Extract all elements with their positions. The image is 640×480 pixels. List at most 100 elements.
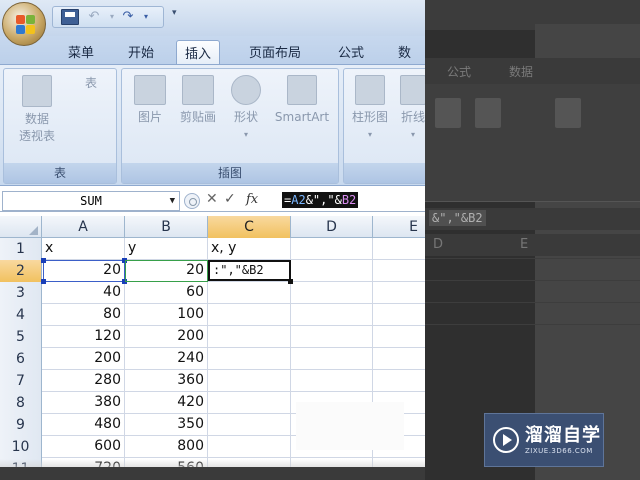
cell-c4[interactable]	[208, 304, 291, 325]
title-bar: ↶ ▾ ↷ ▾ ▾	[0, 0, 425, 36]
expand-formula-icon[interactable]	[184, 193, 200, 209]
cell-d5[interactable]	[291, 326, 373, 347]
cell-d7[interactable]	[291, 370, 373, 391]
cell-b2[interactable]: 20	[125, 260, 208, 281]
cell-a7[interactable]: 280	[42, 370, 125, 391]
cell-a9[interactable]: 480	[42, 414, 125, 435]
cell-b5[interactable]: 200	[125, 326, 208, 347]
cell-b4[interactable]: 100	[125, 304, 208, 325]
row-header[interactable]: 3	[0, 282, 42, 304]
row-header[interactable]: 6	[0, 348, 42, 370]
chevron-down-icon[interactable]: ▼	[170, 192, 175, 210]
column-header-d[interactable]: D	[291, 216, 373, 238]
tab-page-layout[interactable]: 页面布局	[241, 40, 309, 64]
tab-menu[interactable]: 菜单	[60, 40, 102, 64]
ref-handle[interactable]	[122, 258, 127, 263]
cell-b9[interactable]: 350	[125, 414, 208, 435]
column-chart-dropdown-icon: ▾	[367, 130, 372, 139]
customize-qat-icon[interactable]: ▾	[172, 8, 177, 18]
row-header[interactable]: 5	[0, 326, 42, 348]
cell-e5[interactable]	[373, 326, 425, 347]
active-cell-c2[interactable]: :","&B2	[208, 260, 291, 281]
undo-icon[interactable]: ↶	[85, 9, 103, 25]
tab-data[interactable]: 数据	[390, 40, 425, 80]
enter-icon[interactable]: ✓	[224, 191, 236, 207]
cell-a4[interactable]: 80	[42, 304, 125, 325]
excel-window: ↶ ▾ ↷ ▾ ▾ 菜单 开始 插入 页面布局 公式 数据 数据 透视表	[0, 0, 425, 467]
cell-d3[interactable]	[291, 282, 373, 303]
clipart-button[interactable]: 剪贴画	[174, 75, 222, 126]
cell-d1[interactable]	[291, 238, 373, 259]
cell-b6[interactable]: 240	[125, 348, 208, 369]
name-box[interactable]: SUM ▼	[2, 191, 180, 211]
cell-c9[interactable]	[208, 414, 291, 435]
cell-c6[interactable]	[208, 348, 291, 369]
cell-d4[interactable]	[291, 304, 373, 325]
office-button[interactable]	[2, 2, 46, 46]
cell-e3[interactable]	[373, 282, 425, 303]
fill-handle[interactable]	[288, 279, 293, 284]
cell-e2[interactable]	[373, 260, 425, 281]
cell-c8[interactable]	[208, 392, 291, 413]
row-header[interactable]: 1	[0, 238, 42, 260]
cell-b8[interactable]: 420	[125, 392, 208, 413]
insert-function-icon[interactable]: fx	[246, 192, 258, 207]
cell-b3[interactable]: 60	[125, 282, 208, 303]
cell-b1[interactable]: y	[125, 238, 208, 259]
cell-c7[interactable]	[208, 370, 291, 391]
cancel-icon[interactable]: ✕	[206, 191, 218, 207]
row-header[interactable]: 10	[0, 436, 42, 458]
smartart-button[interactable]: SmartArt	[270, 75, 334, 126]
row-header[interactable]: 2	[0, 260, 42, 282]
cell-d2[interactable]	[291, 260, 373, 281]
cell-d6[interactable]	[291, 348, 373, 369]
ref-handle[interactable]	[41, 279, 46, 284]
cell-e1[interactable]	[373, 238, 425, 259]
column-header-a[interactable]: A	[42, 216, 125, 238]
ref-handle[interactable]	[41, 258, 46, 263]
column-header-c[interactable]: C	[208, 216, 291, 238]
cell-a10[interactable]: 600	[42, 436, 125, 457]
worksheet-grid[interactable]: A B C D E 1 x y x, y 2 20 20:","&B2 3 40 60 4 80 100…	[0, 216, 425, 467]
table-row: 3 40 60	[0, 282, 425, 304]
cell-c3[interactable]	[208, 282, 291, 303]
tab-insert[interactable]: 插入	[176, 40, 221, 64]
table-label: 表	[84, 76, 97, 90]
picture-button[interactable]: 图片	[130, 75, 170, 126]
row-header[interactable]: 8	[0, 392, 42, 414]
cell-e6[interactable]	[373, 348, 425, 369]
row-header[interactable]: 9	[0, 414, 42, 436]
select-all-button[interactable]	[0, 216, 42, 238]
line-chart-button[interactable]: 折线 ▾	[396, 75, 425, 143]
column-chart-button[interactable]: 柱形图 ▾	[348, 75, 392, 143]
save-icon[interactable]	[61, 9, 79, 25]
redo-dropdown-icon[interactable]: ▾	[137, 9, 155, 25]
ref-handle[interactable]	[122, 279, 127, 284]
cell-a1[interactable]: x	[42, 238, 125, 259]
redo-icon[interactable]: ↷	[119, 9, 137, 25]
cell-a3[interactable]: 40	[42, 282, 125, 303]
cell-a5[interactable]: 120	[42, 326, 125, 347]
pivot-table-button[interactable]: 数据 透视表	[10, 75, 64, 145]
tab-formulas[interactable]: 公式	[330, 40, 372, 64]
cell-a6[interactable]: 200	[42, 348, 125, 369]
cell-c10[interactable]	[208, 436, 291, 457]
cell-a2[interactable]: 20	[42, 260, 125, 281]
column-header-b[interactable]: B	[125, 216, 208, 238]
cell-b7[interactable]: 360	[125, 370, 208, 391]
formula-input[interactable]: =A2&","&B2	[282, 191, 425, 211]
tab-home[interactable]: 开始	[120, 40, 162, 64]
cell-a8[interactable]: 380	[42, 392, 125, 413]
cell-e7[interactable]	[373, 370, 425, 391]
table-button[interactable]: 表	[70, 75, 112, 323]
cell-e4[interactable]	[373, 304, 425, 325]
table-row: 2 20 20:","&B2	[0, 260, 425, 282]
cell-c5[interactable]	[208, 326, 291, 347]
shapes-button[interactable]: 形状 ▾	[226, 75, 266, 143]
row-header[interactable]: 4	[0, 304, 42, 326]
cell-c1[interactable]: x, y	[208, 238, 291, 259]
row-header[interactable]: 7	[0, 370, 42, 392]
cell-b10[interactable]: 800	[125, 436, 208, 457]
column-header-e[interactable]: E	[373, 216, 425, 238]
line-chart-icon	[400, 75, 425, 105]
